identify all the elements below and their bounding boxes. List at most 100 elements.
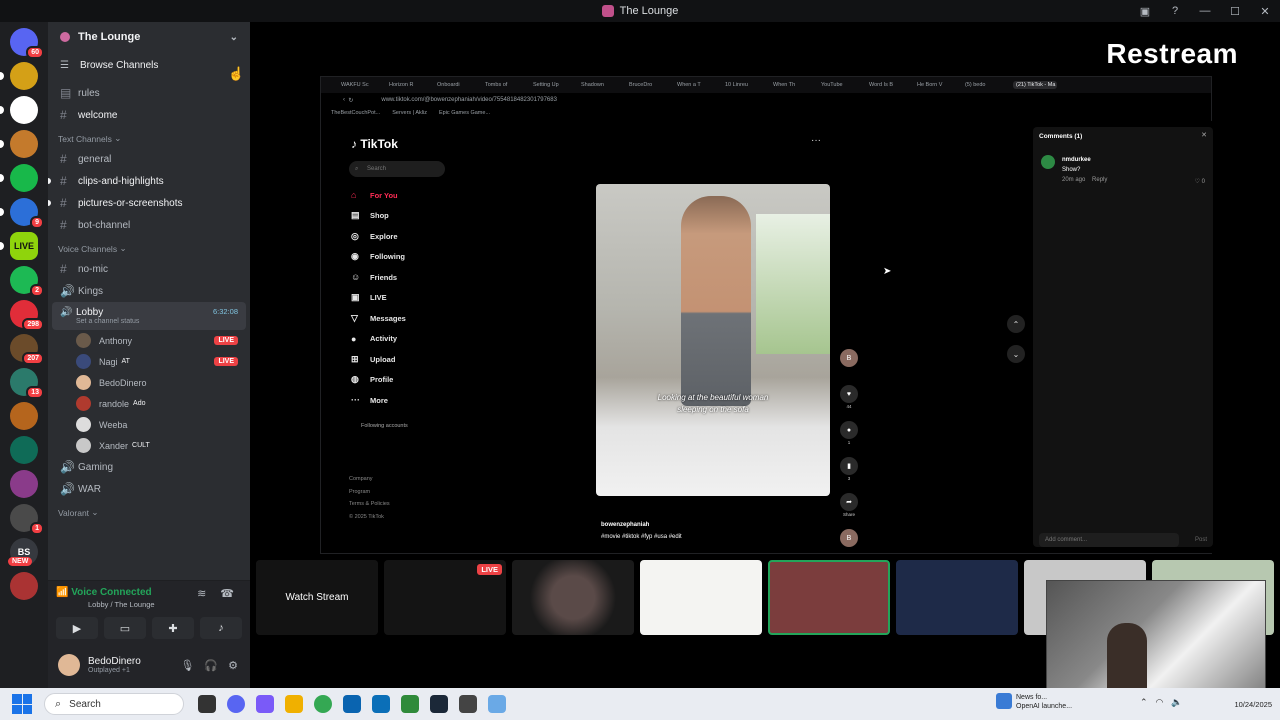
inbox-icon[interactable]: ▣ [1130, 5, 1160, 18]
browser-tab[interactable]: (5) bedo [965, 82, 1009, 88]
footer-link[interactable]: Program [349, 486, 390, 499]
server-icon-server-12[interactable] [10, 402, 38, 430]
calculator-icon[interactable] [459, 695, 477, 713]
stream-tile[interactable]: LIVE [384, 560, 506, 635]
footer-link[interactable]: © 2025 TikTok [349, 511, 390, 524]
channel-kings[interactable]: 🔊 Kings [48, 280, 250, 302]
tiktok-nav-explore[interactable]: ◎ Explore [351, 226, 406, 247]
author-avatar[interactable]: B [840, 349, 858, 367]
wifi-icon[interactable]: ◠ [1156, 697, 1164, 708]
tiktok-nav-friends[interactable]: ☺ Friends [351, 267, 406, 288]
browser-tab[interactable]: When a T [677, 82, 721, 88]
browser-tab[interactable]: YouTube [821, 82, 865, 88]
sound-avatar[interactable]: B [840, 529, 858, 547]
category-voice-channels[interactable]: Voice Channels ⌄ [48, 236, 250, 258]
browser-tab[interactable]: BruceDro [629, 82, 673, 88]
category-text-channels[interactable]: Text Channels ⌄ [48, 126, 250, 148]
more-options-icon[interactable]: ··· [811, 135, 821, 146]
microphone-icon[interactable]: 🎙 [180, 659, 194, 672]
channel-clips-and-highlights[interactable]: # clips-and-highlights [48, 170, 250, 192]
participant-tile[interactable] [768, 560, 890, 635]
heart-icon[interactable]: ♥ [840, 385, 858, 403]
server-icon-server-4[interactable] [0, 130, 38, 158]
video-player[interactable]: Looking at the beautiful woman sleeping … [596, 184, 830, 496]
server-icon-server-7[interactable]: LIVE [0, 232, 38, 260]
task-view-icon[interactable] [198, 695, 216, 713]
server-icon-server-8[interactable]: 2 [10, 266, 44, 297]
screen-share-button[interactable]: ▭ [104, 617, 146, 639]
avatar[interactable] [58, 654, 80, 676]
chevron-up-icon[interactable]: ⌃ [1140, 697, 1148, 708]
browse-channels[interactable]: ☰ Browse Channels [48, 54, 250, 76]
channel-gaming[interactable]: 🔊 Gaming [48, 456, 250, 478]
browser-tab[interactable]: Setting Up [533, 82, 577, 88]
browser-tab[interactable]: 10 Linreu [725, 82, 769, 88]
bookmark-item[interactable]: Servers | Akliz [392, 110, 427, 116]
camera-button[interactable]: ▶ [56, 617, 98, 639]
close-button[interactable]: ✕ [1250, 5, 1280, 18]
tiktok-search-input[interactable]: ⌕ Search [349, 161, 445, 177]
voice-user[interactable]: BedoDinero [48, 372, 250, 393]
server-icon-server-14[interactable] [10, 470, 38, 498]
bookmark-item[interactable]: TheBestCouchPot... [331, 110, 380, 116]
participant-tile[interactable] [512, 560, 634, 635]
maximize-button[interactable]: ☐ [1220, 5, 1250, 18]
participant-tile[interactable] [640, 560, 762, 635]
tiktok-logo[interactable]: ♪ TikTok [351, 137, 398, 151]
stream-tile[interactable]: Watch Stream [256, 560, 378, 635]
voice-user[interactable]: Weeba [48, 414, 250, 435]
server-icon-server-3[interactable] [0, 96, 38, 124]
tiktok-nav-activity[interactable]: ● Activity [351, 329, 406, 350]
chevron-down-icon[interactable]: ⌄ [1007, 345, 1025, 363]
voice-user[interactable]: Anthony LIVE [48, 330, 250, 351]
add-comment-input[interactable]: Add comment... [1039, 533, 1179, 547]
post-button[interactable]: Post [1195, 537, 1207, 543]
address-bar[interactable]: ‹ ↻ www.tiktok.com/@bowenzephaniah/video… [321, 93, 1211, 107]
browser-tab[interactable]: Tombs of [485, 82, 529, 88]
comment-author[interactable]: nmdurkee [1062, 155, 1107, 165]
steam-icon[interactable] [430, 695, 448, 713]
server-icon-server-2[interactable] [0, 62, 38, 90]
windows-start-icon[interactable] [12, 694, 32, 714]
minimize-button[interactable]: — [1190, 5, 1220, 17]
server-icon-discord-home[interactable]: 60 [10, 28, 44, 59]
server-header[interactable]: The Lounge ⌄ [48, 22, 250, 52]
browser-tab[interactable]: WAKFU Sc [341, 82, 385, 88]
discord-icon[interactable] [227, 695, 245, 713]
tiktok-nav-upload[interactable]: ⊞ Upload [351, 349, 406, 370]
browser-tab[interactable]: Shadown [581, 82, 625, 88]
footer-link[interactable]: Company [349, 473, 390, 486]
server-icon-server-11[interactable]: 13 [10, 368, 44, 399]
bookmark-item[interactable]: Epic Games Game... [439, 110, 490, 116]
channel-rules[interactable]: ▤ rules [48, 82, 250, 104]
channel-pictures-or-screenshots[interactable]: # pictures-or-screenshots [48, 192, 250, 214]
app-icon[interactable] [488, 695, 506, 713]
channel-status[interactable]: Set a channel status [60, 318, 246, 325]
share-icon[interactable]: ➦ [840, 493, 858, 511]
tiktok-nav-following[interactable]: ◉ Following [351, 247, 406, 268]
back-icon[interactable]: ‹ [343, 97, 345, 103]
server-icon-server-15[interactable]: 1 [10, 504, 44, 535]
taskbar-search[interactable]: ⌕ Search [44, 693, 184, 715]
browser-tab[interactable]: Word Is B [869, 82, 913, 88]
tiktok-nav-messages[interactable]: ▽ Messages [351, 308, 406, 329]
avatar[interactable] [1041, 155, 1055, 169]
voice-user[interactable]: randole Ado [48, 393, 250, 414]
file-explorer-icon[interactable] [285, 695, 303, 713]
channel-welcome[interactable]: # welcome [48, 104, 250, 126]
server-icon-server-6[interactable]: 9 [0, 198, 44, 229]
app-icon[interactable] [401, 695, 419, 713]
noise-suppression-icon[interactable]: ≋ [197, 587, 206, 600]
store-icon[interactable] [372, 695, 390, 713]
channel-bot-channel[interactable]: # bot-channel [48, 214, 250, 236]
help-icon[interactable]: ? [1160, 5, 1190, 17]
reload-icon[interactable]: ↻ [348, 97, 353, 104]
browser-tab[interactable]: Horizon R [389, 82, 433, 88]
browser-tab[interactable]: He Born V [917, 82, 961, 88]
tiktok-nav-for-you[interactable]: ⌂ For You [351, 185, 406, 206]
channel-no-mic[interactable]: # no-mic [48, 258, 250, 280]
close-icon[interactable]: ✕ [1201, 131, 1207, 139]
server-icon-server-13[interactable] [10, 436, 38, 464]
reply-button[interactable]: Reply [1092, 177, 1107, 183]
video-hashtags[interactable]: #movie #tiktok #fyp #usa #edit [601, 531, 682, 543]
